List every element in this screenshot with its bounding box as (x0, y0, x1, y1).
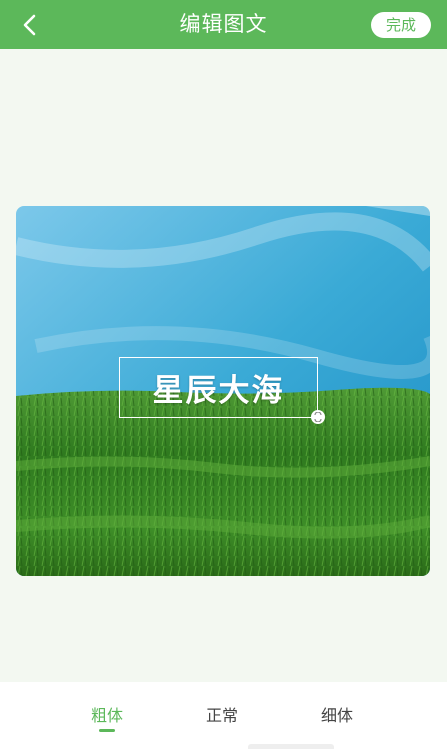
resize-handle-icon (314, 412, 322, 422)
image-canvas[interactable]: 星辰大海 (16, 206, 430, 576)
font-option-label: 正常 (205, 706, 238, 725)
top-bar: 编辑图文 完成 (0, 0, 447, 49)
font-option-bold[interactable]: 粗体 (77, 702, 137, 732)
selected-indicator (99, 729, 115, 732)
font-option-label: 粗体 (90, 706, 123, 725)
font-style-bar: 粗体 正常 细体 (0, 682, 447, 749)
font-option-normal[interactable]: 正常 (192, 702, 252, 726)
font-option-label: 细体 (320, 706, 353, 725)
done-button[interactable]: 完成 (371, 12, 431, 38)
resize-handle[interactable] (311, 410, 325, 424)
text-overlay-box[interactable]: 星辰大海 (119, 357, 318, 418)
overlay-text: 星辰大海 (152, 373, 285, 409)
home-indicator (248, 744, 334, 749)
font-option-light[interactable]: 细体 (307, 702, 367, 726)
